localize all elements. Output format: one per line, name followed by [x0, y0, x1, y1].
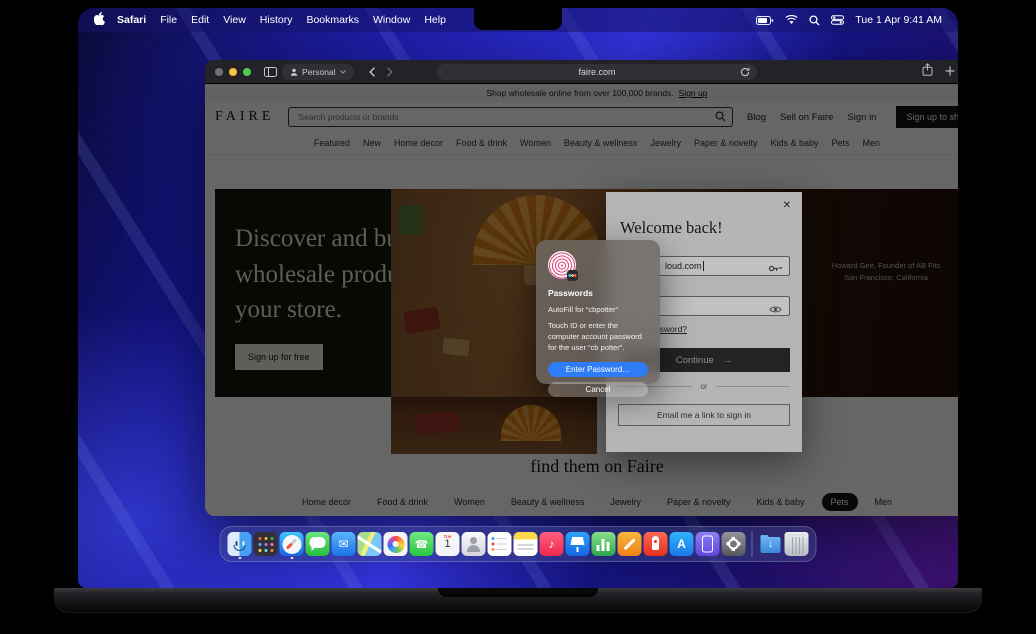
menu-item-view[interactable]: View: [223, 14, 246, 26]
running-indicator-safari: [290, 556, 293, 559]
menu-item-history[interactable]: History: [260, 14, 293, 26]
dock-divider: [751, 531, 753, 557]
dock-calendar-icon[interactable]: Tue 1: [435, 532, 460, 556]
close-icon[interactable]: ✕: [780, 198, 794, 214]
apple-menu-icon[interactable]: [93, 12, 106, 28]
search-icon[interactable]: [809, 14, 820, 26]
macbook-lid-notch: [438, 588, 598, 597]
passwords-app-icon: [548, 251, 578, 281]
safari-toolbar: Personal faire.com: [205, 60, 958, 84]
share-icon[interactable]: [922, 63, 933, 81]
dock-maps-icon[interactable]: [357, 532, 382, 556]
menu-item-help[interactable]: Help: [424, 14, 446, 26]
battery-icon[interactable]: [756, 15, 774, 25]
dock-rocket-app-icon[interactable]: [643, 532, 668, 556]
text-caret: [702, 261, 704, 271]
menu-bar-clock[interactable]: Tue 1 Apr 9:41 AM: [855, 14, 942, 26]
touch-id-dialog: Passwords AutoFill for “cbpotter” Touch …: [536, 240, 660, 397]
dock-mail-icon[interactable]: ✉: [331, 532, 356, 556]
wifi-icon[interactable]: [785, 15, 798, 25]
display-notch: [474, 8, 562, 30]
macbook-base: [54, 588, 982, 613]
running-indicator-finder: [238, 556, 241, 559]
menu-item-window[interactable]: Window: [373, 14, 410, 26]
back-button[interactable]: [364, 63, 381, 81]
zoom-window-button[interactable]: [243, 67, 251, 76]
calendar-day: 1: [444, 538, 451, 550]
menu-item-safari[interactable]: Safari: [117, 14, 146, 26]
continue-label: Continue: [675, 354, 714, 366]
dock-reminders-icon[interactable]: [487, 532, 512, 556]
reload-icon[interactable]: [740, 67, 750, 79]
macbook-marketing-image: Safari File Edit View History Bookmarks …: [0, 0, 1036, 634]
dock-pages-icon[interactable]: [617, 532, 642, 556]
menu-item-file[interactable]: File: [160, 14, 177, 26]
dock-system-settings-icon[interactable]: [721, 532, 746, 556]
menu-item-bookmarks[interactable]: Bookmarks: [306, 14, 359, 26]
dock-safari-icon[interactable]: [279, 532, 304, 556]
fingerprint-icon: [548, 251, 576, 279]
url-text: faire.com: [578, 67, 616, 77]
minimize-window-button[interactable]: [229, 67, 237, 76]
dock-messages-icon[interactable]: [305, 532, 330, 556]
dock-trash-icon[interactable]: [784, 532, 809, 556]
close-window-button[interactable]: [215, 67, 223, 76]
dock-contacts-icon[interactable]: [461, 532, 486, 556]
sidebar-toggle-icon[interactable]: [259, 63, 282, 81]
dock-app-store-icon[interactable]: A: [669, 532, 694, 556]
faire-webpage: Shop wholesale online from over 100,000 …: [205, 84, 958, 516]
arrow-right-icon: →: [722, 354, 733, 366]
control-center-icon[interactable]: [831, 15, 845, 25]
email-link-button[interactable]: Email me a link to sign in: [618, 404, 790, 426]
dock-finder-icon[interactable]: [227, 532, 252, 556]
dialog-body-text: Touch ID or enter the computer account p…: [548, 321, 642, 352]
dock-launchpad-icon[interactable]: [253, 532, 278, 556]
dock-music-icon[interactable]: ♪: [539, 532, 564, 556]
modal-title: Welcome back!: [620, 218, 723, 237]
dialog-app-name: Passwords: [548, 288, 593, 298]
dock-iphone-mirroring-icon[interactable]: [695, 532, 720, 556]
passkey-autofill-icon[interactable]: [768, 261, 783, 279]
dock: ✉ ☎ Tue 1 ♪ A ↓: [219, 526, 817, 562]
dock-photos-icon[interactable]: [383, 532, 408, 556]
address-bar[interactable]: faire.com: [437, 64, 757, 80]
cancel-button[interactable]: Cancel: [548, 381, 648, 397]
show-password-eye-icon[interactable]: [769, 301, 782, 319]
dock-downloads-folder-icon[interactable]: ↓: [759, 532, 783, 556]
enter-password-button[interactable]: Enter Password…: [548, 361, 648, 377]
dock-keynote-icon[interactable]: [565, 532, 590, 556]
profile-switcher[interactable]: Personal: [282, 63, 354, 80]
dock-numbers-icon[interactable]: [591, 532, 616, 556]
safari-window: Personal faire.com Search products or br…: [205, 60, 958, 516]
person-icon: [290, 68, 298, 76]
dock-notes-icon[interactable]: [513, 532, 538, 556]
window-controls: [215, 67, 251, 76]
dialog-autofill-text: AutoFill for “cbpotter”: [548, 305, 619, 314]
menu-item-edit[interactable]: Edit: [191, 14, 209, 26]
macbook-screen: Safari File Edit View History Bookmarks …: [78, 8, 958, 588]
forward-button[interactable]: [381, 63, 398, 81]
new-tab-icon[interactable]: [945, 63, 955, 81]
dock-phone-icon[interactable]: ☎: [409, 532, 434, 556]
profile-label: Personal: [302, 66, 336, 77]
chevron-down-icon: [339, 69, 346, 74]
